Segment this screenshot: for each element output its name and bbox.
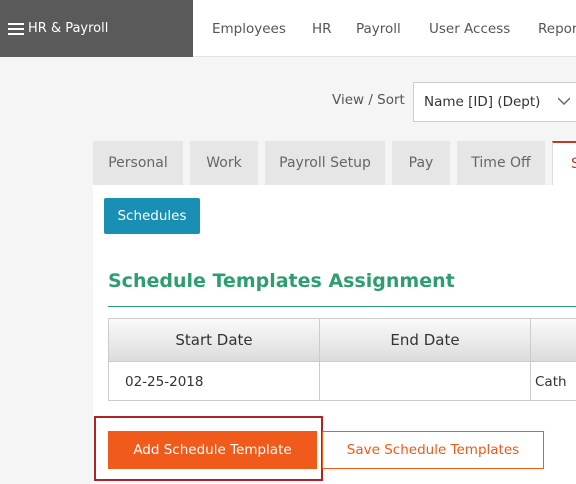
add-schedule-template-button[interactable]: Add Schedule Template (108, 431, 317, 469)
save-schedule-templates-button[interactable]: Save Schedule Templates (322, 431, 544, 469)
nav-user-access[interactable]: User Access (429, 0, 510, 57)
tab-personal[interactable]: Personal (93, 141, 183, 185)
tab-payroll-setup[interactable]: Payroll Setup (265, 141, 385, 185)
cell-start-date[interactable]: 02-25-2018 (109, 361, 320, 401)
view-sort-label: View / Sort (332, 92, 405, 108)
chevron-down-icon (558, 97, 570, 105)
tab-time-off[interactable]: Time Off (457, 141, 545, 185)
cell-template[interactable]: Cath (531, 361, 576, 401)
schedule-templates-table: Start Date End Date 02-25-2018 Cath (108, 318, 576, 401)
view-sort-select[interactable]: Name [ID] (Dept) (413, 82, 576, 122)
schedules-button[interactable]: Schedules (104, 198, 200, 234)
nav-hr[interactable]: HR (312, 0, 332, 57)
column-header-template[interactable] (531, 319, 576, 361)
nav-payroll[interactable]: Payroll (356, 0, 401, 57)
cell-end-date[interactable] (320, 361, 531, 401)
nav-employees[interactable]: Employees (212, 0, 286, 57)
section-divider (108, 306, 576, 307)
section-title: Schedule Templates Assignment (108, 270, 455, 292)
app-menu-button[interactable]: HR & Payroll (0, 0, 193, 57)
tab-schedules[interactable]: S (552, 141, 576, 185)
view-sort-value: Name [ID] (Dept) (424, 94, 541, 110)
tab-pay[interactable]: Pay (392, 141, 450, 185)
top-navbar: HR & Payroll Employees HR Payroll User A… (0, 0, 576, 57)
column-header-end-date[interactable]: End Date (320, 319, 531, 361)
brand-label: HR & Payroll (28, 21, 109, 36)
hamburger-icon (8, 22, 24, 35)
column-header-start-date[interactable]: Start Date (109, 319, 320, 361)
nav-reports[interactable]: Repor (538, 0, 576, 57)
tab-work[interactable]: Work (190, 141, 258, 185)
